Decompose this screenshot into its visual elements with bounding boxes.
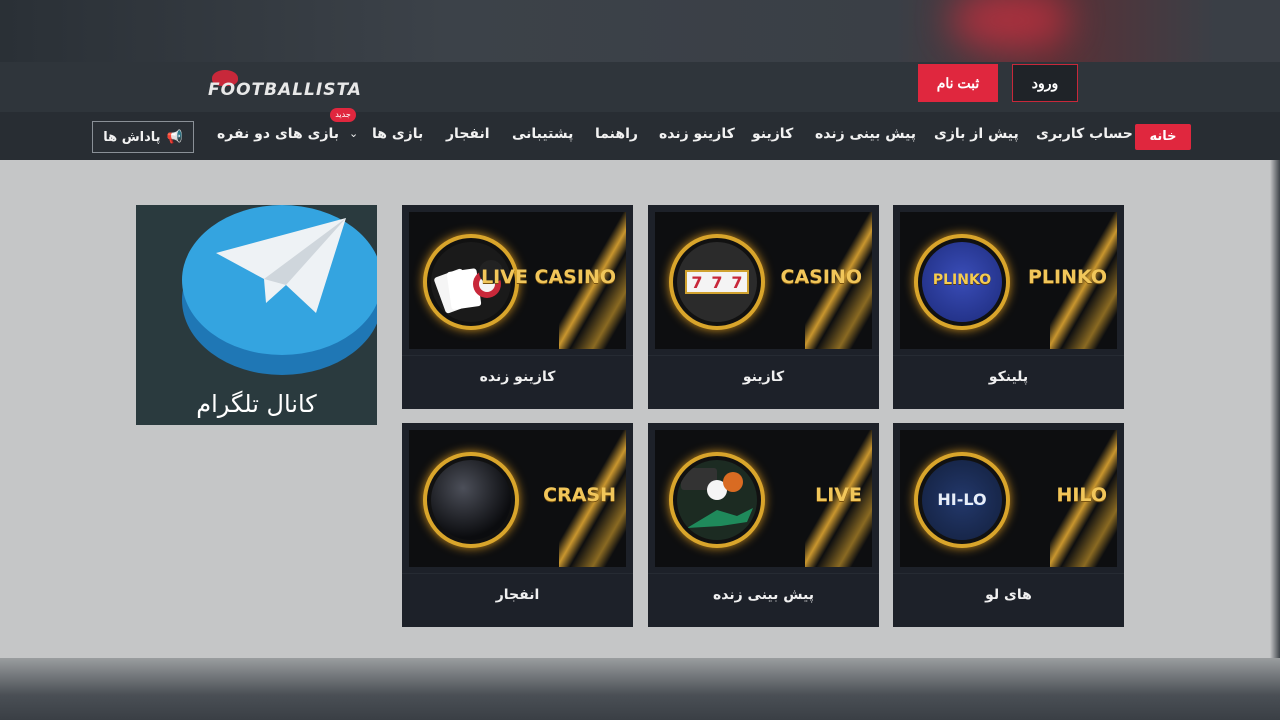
card-divider xyxy=(402,355,633,356)
card-divider xyxy=(893,355,1124,356)
game-banner-text: LIVE xyxy=(815,484,862,506)
new-badge: جدید xyxy=(330,108,356,122)
hilo-icon-text: HI-LO xyxy=(937,490,987,509)
bomb-icon xyxy=(431,460,511,540)
nav-item-support[interactable]: پشتیبانی xyxy=(512,126,573,142)
game-card-live-betting[interactable]: LIVE پیش بینی زنده xyxy=(648,423,879,627)
game-thumb: LIVE xyxy=(655,430,872,567)
game-banner-text: LIVE CASINO xyxy=(481,266,616,288)
chevron-down-icon[interactable]: ⌄ xyxy=(349,127,358,140)
telegram-caption: کانال تلگرام xyxy=(196,390,317,418)
rewards-button[interactable]: 📢 پاداش ها xyxy=(92,121,194,153)
game-card-casino[interactable]: 777 CASINO کازینو xyxy=(648,205,879,409)
game-thumb: HI-LO HILO xyxy=(900,430,1117,567)
hilo-icon: HI-LO xyxy=(922,460,1002,540)
slot-reel: 7 xyxy=(731,272,743,292)
game-label: کازینو زنده xyxy=(479,369,556,385)
megaphone-icon: 📢 xyxy=(166,129,183,145)
card-divider xyxy=(893,573,1124,574)
bottom-blur xyxy=(0,658,1280,720)
game-thumb: 777 CASINO xyxy=(655,212,872,349)
nav-item-prematch[interactable]: پیش از بازی xyxy=(934,126,1019,142)
plinko-icon-text: PLINKO xyxy=(932,272,992,288)
nav-item-account[interactable]: حساب کاربری xyxy=(1036,126,1133,142)
slot-reel: 7 xyxy=(691,272,703,292)
plinko-icon: PLINKO xyxy=(922,242,1002,322)
game-thumb: PLINKO PLINKO xyxy=(900,212,1117,349)
logo-text: FOOTBALLISTA xyxy=(208,80,362,100)
sports-player-icon xyxy=(677,460,757,540)
game-label: پلینکو xyxy=(988,369,1029,385)
game-card-plinko[interactable]: PLINKO PLINKO پلینکو xyxy=(893,205,1124,409)
rewards-label: پاداش ها xyxy=(103,129,161,145)
slot-reels: 777 xyxy=(685,270,749,294)
game-label: انفجار xyxy=(495,587,540,603)
card-divider xyxy=(648,355,879,356)
nav-item-live-betting[interactable]: پیش بینی زنده xyxy=(815,126,916,142)
browser-top-blur xyxy=(0,0,1280,62)
telegram-channel-banner[interactable]: کانال تلگرام xyxy=(136,205,377,425)
site-logo[interactable]: FOOTBALLISTA xyxy=(208,70,361,104)
login-button[interactable]: ورود xyxy=(1012,64,1078,102)
game-banner-text: PLINKO xyxy=(1027,266,1107,288)
card-divider xyxy=(402,573,633,574)
game-card-crash[interactable]: CRASH انفجار xyxy=(402,423,633,627)
header-top-bar xyxy=(0,62,1280,112)
card-divider xyxy=(648,573,879,574)
slot-machine-icon: 777 xyxy=(677,242,757,322)
game-banner-text: HILO xyxy=(1056,484,1107,506)
blurred-glow xyxy=(950,0,1070,50)
game-thumb: CRASH xyxy=(409,430,626,567)
game-label: کازینو xyxy=(742,369,785,385)
nav-item-games[interactable]: بازی ها xyxy=(372,126,423,142)
game-card-hilo[interactable]: HI-LO HILO های لو xyxy=(893,423,1124,627)
nav-item-guide[interactable]: راهنما xyxy=(595,126,638,142)
register-button[interactable]: ثبت نام xyxy=(918,64,998,102)
content-edge-blur xyxy=(1270,160,1280,658)
game-thumb: LIVE CASINO xyxy=(409,212,626,349)
game-label: پیش بینی زنده xyxy=(712,587,815,603)
telegram-plane-icon xyxy=(216,218,346,313)
game-banner-text: CRASH xyxy=(543,484,616,506)
nav-item-casino[interactable]: کازینو xyxy=(752,126,793,142)
game-label: های لو xyxy=(985,587,1032,603)
nav-item-live-casino[interactable]: کازینو زنده xyxy=(659,126,735,142)
nav-item-crash[interactable]: انفجار xyxy=(446,126,490,142)
slot-reel: 7 xyxy=(711,272,723,292)
game-banner-text: CASINO xyxy=(780,266,862,288)
nav-item-two-player-games[interactable]: بازی های دو نفره xyxy=(217,126,339,142)
game-card-live-casino[interactable]: LIVE CASINO کازینو زنده xyxy=(402,205,633,409)
